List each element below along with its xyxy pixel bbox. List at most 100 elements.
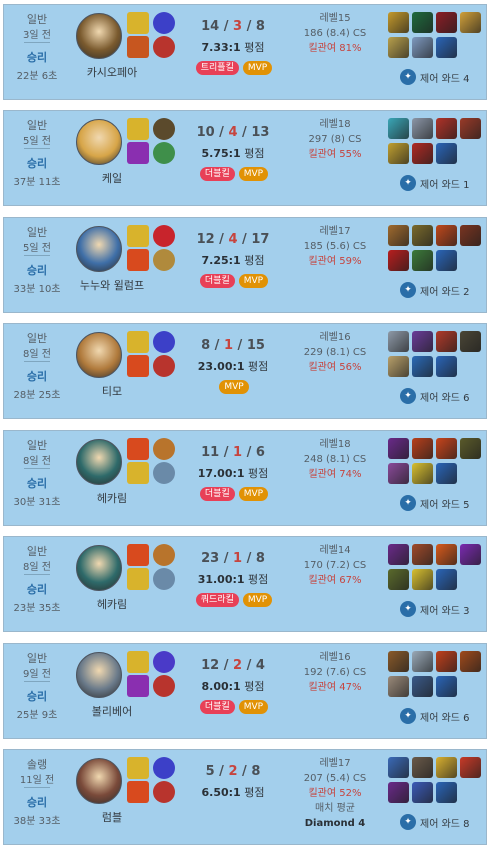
trinket-icon[interactable] (436, 569, 457, 590)
champion-name[interactable]: 카시오페아 (64, 64, 160, 80)
control-ward-count: 제어 와드 5 (420, 499, 470, 511)
item-icon[interactable] (412, 676, 433, 697)
item-icon[interactable] (412, 225, 433, 246)
match-card[interactable]: 일반 9일 전 승리 25분 9초 볼리베어 12 / 2 / 4 8.00:1 평점 더블킬… (3, 643, 487, 739)
trinket-icon[interactable] (436, 356, 457, 377)
champion-level: 레벨17 (319, 758, 351, 769)
match-result: 승리 (26, 477, 48, 490)
control-ward-count: 제어 와드 6 (420, 392, 470, 404)
item-icon[interactable] (412, 12, 433, 33)
item-icon[interactable] (436, 331, 457, 352)
champion-name[interactable]: 티모 (64, 383, 160, 399)
summoner-spell-2-icon (127, 462, 149, 484)
champion-portrait[interactable] (76, 13, 122, 59)
item-icon[interactable] (460, 544, 481, 565)
item-icon[interactable] (436, 12, 457, 33)
match-card[interactable]: 일반 5일 전 승리 33분 10초 누누와 윌럼프 12 / 4 / 17 7.25:1 … (3, 217, 487, 313)
trinket-icon[interactable] (436, 676, 457, 697)
item-icon[interactable] (412, 37, 433, 58)
control-ward-icon: ✦ (400, 601, 416, 617)
item-icon[interactable] (412, 651, 433, 672)
champion-portrait[interactable] (76, 439, 122, 485)
kda-score: 8 / 1 / 15 (188, 338, 278, 353)
champion-portrait[interactable] (76, 758, 122, 804)
item-icon[interactable] (388, 651, 409, 672)
item-icon[interactable] (412, 544, 433, 565)
champion-portrait[interactable] (76, 119, 122, 165)
keystone-rune-icon (153, 118, 175, 140)
item-icon[interactable] (412, 356, 433, 377)
match-card[interactable]: 일반 8일 전 승리 30분 31초 헤카림 11 / 1 / 6 17.00:1 평점 더블… (3, 430, 487, 526)
item-icon[interactable] (436, 651, 457, 672)
item-icon[interactable] (388, 569, 409, 590)
match-card[interactable]: 일반 8일 전 승리 28분 25초 티모 8 / 1 / 15 23.00:1 평점 MVP… (3, 323, 487, 419)
item-icon[interactable] (388, 225, 409, 246)
keystone-rune-icon (153, 651, 175, 673)
creep-score: 207 (5.4) CS (303, 773, 367, 784)
champion-name[interactable]: 헤카림 (64, 490, 160, 506)
item-icon[interactable] (412, 782, 433, 803)
item-icon[interactable] (388, 118, 409, 139)
item-icon[interactable] (388, 12, 409, 33)
item-icon[interactable] (412, 250, 433, 271)
item-icon[interactable] (388, 782, 409, 803)
champion-portrait[interactable] (76, 652, 122, 698)
item-icon[interactable] (388, 37, 409, 58)
creep-score: 170 (7.2) CS (303, 560, 367, 571)
champion-name[interactable]: 럼블 (64, 809, 160, 825)
champion-name[interactable]: 케일 (64, 170, 160, 186)
time-ago: 8일 전 (23, 456, 51, 467)
champion-portrait[interactable] (76, 332, 122, 378)
item-icon[interactable] (388, 250, 409, 271)
item-icon[interactable] (388, 331, 409, 352)
time-ago: 3일 전 (23, 30, 51, 41)
item-icon[interactable] (436, 757, 457, 778)
item-grid (388, 118, 482, 168)
match-card[interactable]: 일반 5일 전 승리 37분 11초 케일 10 / 4 / 13 5.75:1 평점 더블킬… (3, 110, 487, 206)
item-icon[interactable] (460, 331, 481, 352)
champion-name[interactable]: 볼리베어 (64, 703, 160, 719)
control-wards: ✦ 제어 와드 4 (400, 69, 470, 85)
item-icon[interactable] (388, 438, 409, 459)
item-icon[interactable] (436, 225, 457, 246)
kda-ratio-value: 7.25:1 (201, 254, 241, 267)
item-icon[interactable] (460, 651, 481, 672)
secondary-rune-icon (153, 142, 175, 164)
trinket-icon[interactable] (436, 250, 457, 271)
trinket-icon[interactable] (436, 782, 457, 803)
trinket-icon[interactable] (436, 463, 457, 484)
trinket-icon[interactable] (436, 37, 457, 58)
champion-portrait[interactable] (76, 545, 122, 591)
item-icon[interactable] (412, 143, 433, 164)
match-card[interactable]: 일반 3일 전 승리 22분 6초 카시오페아 14 / 3 / 8 7.33:1 평점 트리… (3, 4, 487, 100)
item-icon[interactable] (460, 757, 481, 778)
match-card[interactable]: 일반 8일 전 승리 23분 35초 헤카림 23 / 1 / 8 31.00:1 평점 쿼드… (3, 536, 487, 632)
item-icon[interactable] (412, 438, 433, 459)
item-icon[interactable] (388, 544, 409, 565)
item-icon[interactable] (460, 225, 481, 246)
divider (24, 468, 50, 469)
item-icon[interactable] (412, 569, 433, 590)
item-icon[interactable] (412, 463, 433, 484)
item-icon[interactable] (388, 676, 409, 697)
item-icon[interactable] (460, 12, 481, 33)
item-icon[interactable] (436, 438, 457, 459)
item-icon[interactable] (412, 331, 433, 352)
champion-name[interactable]: 헤카림 (64, 596, 160, 612)
champion-name[interactable]: 누누와 윌럼프 (64, 277, 160, 293)
item-icon[interactable] (388, 463, 409, 484)
item-icon[interactable] (412, 118, 433, 139)
item-icon[interactable] (460, 118, 481, 139)
item-icon[interactable] (388, 356, 409, 377)
item-icon[interactable] (388, 757, 409, 778)
trinket-icon[interactable] (436, 143, 457, 164)
champion-portrait[interactable] (76, 226, 122, 272)
item-icon[interactable] (436, 544, 457, 565)
item-icon[interactable] (412, 757, 433, 778)
queue-type: 일반 (26, 226, 48, 239)
item-icon[interactable] (388, 143, 409, 164)
control-wards: ✦ 제어 와드 1 (400, 175, 470, 191)
item-icon[interactable] (436, 118, 457, 139)
item-icon[interactable] (460, 438, 481, 459)
match-card[interactable]: 솔랭 11일 전 승리 38분 33초 럼블 5 / 2 / 8 6.50:1 평점 레벨17… (3, 749, 487, 845)
